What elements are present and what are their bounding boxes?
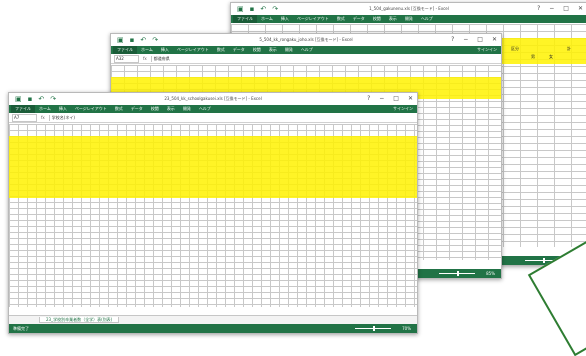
close-button[interactable]: ✕ xyxy=(578,3,583,15)
window-controls: ? − □ ✕ xyxy=(537,3,583,15)
help-button[interactable]: ? xyxy=(451,34,454,46)
status-ready: 準備完了 xyxy=(13,326,29,331)
tab-data[interactable]: データ xyxy=(349,15,369,23)
signin-link[interactable]: サインイン xyxy=(473,46,501,54)
spreadsheet-grid[interactable] xyxy=(9,124,417,307)
tab-developer[interactable]: 開発 xyxy=(179,105,195,113)
header-cell-female: 女 xyxy=(549,54,553,59)
tab-file[interactable]: ファイル xyxy=(11,105,35,113)
window-controls: ? − □ ✕ xyxy=(367,93,413,105)
title-bar: ▣ ▪ ↶ ↷ 23_504_kk_schoolgakusei.xls [互換モ… xyxy=(9,93,417,105)
help-button[interactable]: ? xyxy=(537,3,540,15)
tab-help[interactable]: ヘルプ xyxy=(297,46,317,54)
zoom-slider-knob[interactable] xyxy=(373,326,375,331)
window-title: 5_504_kk_rongaku_joho.xls [互換モード] - Exce… xyxy=(259,37,353,42)
minimize-button[interactable]: − xyxy=(379,93,384,105)
maximize-button[interactable]: □ xyxy=(477,34,483,46)
tab-view[interactable]: 表示 xyxy=(265,46,281,54)
tab-page-layout[interactable]: ページレイアウト xyxy=(173,46,213,54)
tab-review[interactable]: 校閲 xyxy=(369,15,385,23)
tab-help[interactable]: ヘルプ xyxy=(195,105,215,113)
zoom-level[interactable]: 85% xyxy=(486,269,495,278)
formula-input[interactable]: 学校名(ネイ) xyxy=(48,114,417,121)
tab-view[interactable]: 表示 xyxy=(385,15,401,23)
window-controls: ? − □ ✕ xyxy=(451,34,497,46)
tab-insert[interactable]: 挿入 xyxy=(277,15,293,23)
tab-file[interactable]: ファイル xyxy=(233,15,257,23)
sheet-tab-bar: 23_学校別卒業者数（全学）表(別表) xyxy=(9,315,417,324)
tab-page-layout[interactable]: ページレイアウト xyxy=(293,15,333,23)
formula-input[interactable]: 都道府県 xyxy=(150,55,501,62)
tab-formulas[interactable]: 数式 xyxy=(333,15,349,23)
tab-developer[interactable]: 開発 xyxy=(401,15,417,23)
window-title: 1_504_gakunenu.xls [互換モード] - Excel xyxy=(369,6,449,11)
formula-bar: A32 fx 都道府県 xyxy=(111,54,501,64)
maximize-button[interactable]: □ xyxy=(563,3,569,15)
ribbon-tabs: ファイル ホーム 挿入 ページレイアウト 数式 データ 校閲 表示 開発 ヘルプ… xyxy=(9,105,417,113)
tab-review[interactable]: 校閲 xyxy=(147,105,163,113)
maximize-button[interactable]: □ xyxy=(393,93,399,105)
header-cell-male: 男 xyxy=(531,54,535,59)
zoom-slider-knob[interactable] xyxy=(543,258,545,263)
function-icon[interactable]: fx xyxy=(41,115,45,120)
tab-view[interactable]: 表示 xyxy=(163,105,179,113)
status-bar: 準備完了 70% xyxy=(9,324,417,333)
tab-page-layout[interactable]: ページレイアウト xyxy=(71,105,111,113)
window-title: 23_504_kk_schoolgakusei.xls [互換モード] - Ex… xyxy=(164,96,262,101)
tab-home[interactable]: ホーム xyxy=(257,15,277,23)
front-excel-window: ▣ ▪ ↶ ↷ 23_504_kk_schoolgakusei.xls [互換モ… xyxy=(8,92,418,334)
minimize-button[interactable]: − xyxy=(549,3,554,15)
ribbon-tabs: ファイル ホーム 挿入 ページレイアウト 数式 データ 校閲 表示 開発 ヘルプ… xyxy=(111,46,501,54)
header-band xyxy=(493,38,586,64)
name-box[interactable]: A32 xyxy=(114,54,139,63)
signin-link[interactable]: サインイン xyxy=(389,105,417,113)
tab-formulas[interactable]: 数式 xyxy=(111,105,127,113)
tab-help[interactable]: ヘルプ xyxy=(417,15,437,23)
minimize-button[interactable]: − xyxy=(463,34,468,46)
header-cell-category: 区分 xyxy=(511,46,519,51)
tab-home[interactable]: ホーム xyxy=(35,105,55,113)
zoom-level[interactable]: 70% xyxy=(402,324,411,333)
tab-data[interactable]: データ xyxy=(229,46,249,54)
help-button[interactable]: ? xyxy=(367,93,370,105)
close-button[interactable]: ✕ xyxy=(408,93,413,105)
tab-review[interactable]: 校閲 xyxy=(249,46,265,54)
header-cell-total: 計 xyxy=(567,46,571,51)
ribbon-tabs: ファイル ホーム 挿入 ページレイアウト 数式 データ 校閲 表示 開発 ヘルプ xyxy=(231,15,586,23)
formula-bar: A7 fx 学校名(ネイ) xyxy=(9,113,417,123)
tab-data[interactable]: データ xyxy=(127,105,147,113)
tab-home[interactable]: ホーム xyxy=(137,46,157,54)
function-icon[interactable]: fx xyxy=(143,56,147,61)
name-box[interactable]: A7 xyxy=(12,113,37,122)
tab-insert[interactable]: 挿入 xyxy=(157,46,173,54)
zoom-slider-knob[interactable] xyxy=(457,271,459,276)
close-button[interactable]: ✕ xyxy=(492,34,497,46)
sheet-tab-active[interactable]: 23_学校別卒業者数（全学）表(別表) xyxy=(39,317,120,323)
header-band xyxy=(9,136,417,198)
tab-developer[interactable]: 開発 xyxy=(281,46,297,54)
title-bar: ▣ ▪ ↶ ↷ 5_504_kk_rongaku_joho.xls [互換モード… xyxy=(111,34,501,46)
tab-formulas[interactable]: 数式 xyxy=(213,46,229,54)
title-bar: ▣ ▪ ↶ ↷ 1_504_gakunenu.xls [互換モード] - Exc… xyxy=(231,3,586,15)
tab-file[interactable]: ファイル xyxy=(113,46,137,54)
tab-insert[interactable]: 挿入 xyxy=(55,105,71,113)
